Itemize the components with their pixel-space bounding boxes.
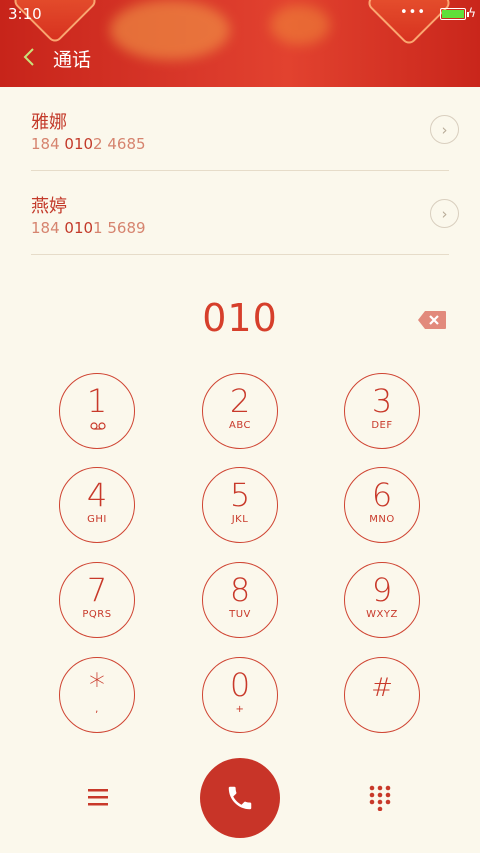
contact-row[interactable]: 雅娜 184 0102 4685	[31, 87, 449, 171]
phone-icon	[228, 786, 252, 810]
chevron-right-icon: ›	[441, 120, 448, 139]
matched-digits: 010	[64, 135, 94, 153]
status-time: 3:10	[8, 5, 42, 23]
page-title: 通话	[53, 49, 92, 71]
contact-detail-button[interactable]: ›	[430, 199, 459, 228]
hamburger-menu-icon	[88, 789, 108, 806]
contact-detail-button[interactable]: ›	[430, 115, 459, 144]
app-header: 3:10 ••• ϟ 通话	[0, 0, 480, 87]
call-button[interactable]	[200, 758, 280, 838]
battery-icon	[440, 8, 469, 20]
voicemail-icon	[90, 422, 106, 430]
menu-button[interactable]	[86, 786, 110, 808]
contact-number: 184 0101 5689	[31, 219, 146, 237]
key-star[interactable]: *,	[59, 657, 135, 733]
back-button[interactable]	[18, 44, 40, 70]
key-hash[interactable]: #	[344, 657, 420, 733]
dialpad-icon	[369, 785, 391, 812]
matched-digits: 010	[64, 219, 94, 237]
chevron-right-icon: ›	[441, 204, 448, 223]
key-0[interactable]: 0 +	[202, 657, 278, 733]
key-1[interactable]: 1	[59, 373, 135, 449]
dialpad-toggle-button[interactable]	[368, 785, 392, 812]
contact-name: 燕婷	[31, 196, 67, 217]
dialed-number: 010	[202, 296, 278, 340]
contact-number: 184 0102 4685	[31, 135, 146, 153]
delete-button[interactable]	[417, 310, 447, 330]
key-3[interactable]: 3 DEF	[344, 373, 420, 449]
chevron-left-icon	[23, 48, 34, 66]
charging-icon: ϟ	[468, 6, 476, 20]
key-7[interactable]: 7 PQRS	[59, 562, 135, 638]
key-4[interactable]: 4 GHI	[59, 467, 135, 543]
key-8[interactable]: 8 TUV	[202, 562, 278, 638]
status-bar: 3:10 ••• ϟ	[0, 0, 480, 28]
key-6[interactable]: 6 MNO	[344, 467, 420, 543]
signal-icon: •••	[399, 5, 426, 20]
contact-name: 雅娜	[31, 112, 67, 133]
key-2[interactable]: 2 ABC	[202, 373, 278, 449]
key-9[interactable]: 9 WXYZ	[344, 562, 420, 638]
backspace-icon	[418, 311, 446, 329]
contact-row[interactable]: 燕婷 184 0101 5689	[31, 171, 449, 255]
key-5[interactable]: 5 JKL	[202, 467, 278, 543]
